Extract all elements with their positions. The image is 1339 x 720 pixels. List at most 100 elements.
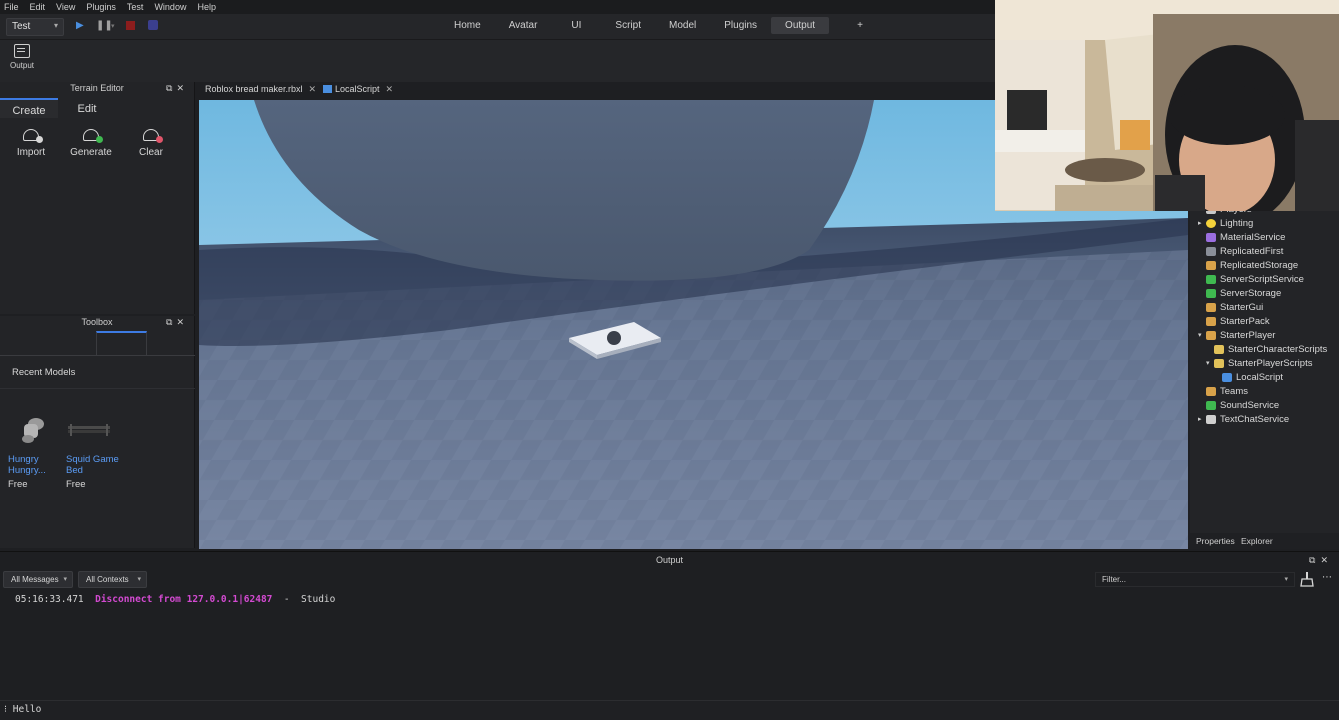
menu-view[interactable]: View (56, 2, 75, 12)
tab-plugins[interactable]: Plugins (710, 17, 771, 34)
doc-tab-place[interactable]: Roblox bread maker.rbxl ✕ (205, 84, 316, 95)
explorer-item-materialservice[interactable]: MaterialService (1198, 230, 1285, 244)
explorer-item-startercharacterscripts[interactable]: StarterCharacterScripts (1206, 342, 1327, 356)
chevron-down-icon: ▾ (63, 576, 67, 583)
explorer-item-textchatservice[interactable]: ▸ TextChatService (1198, 412, 1289, 426)
generate-terrain-icon (82, 126, 103, 143)
explorer-item-starterplayerscripts[interactable]: ▾ StarterPlayerScripts (1206, 356, 1312, 370)
ribbon-tabs: Home Avatar UI Script Model Plugins Outp… (440, 17, 885, 35)
replicated-storage-icon (1206, 260, 1216, 270)
import-tool-label: Import (16, 147, 46, 158)
clear-tool-button[interactable]: Clear (127, 126, 175, 158)
contexts-filter-dropdown[interactable]: All Contexts ▾ (78, 571, 147, 588)
command-bar-input[interactable]: ⁝ Hello (4, 704, 41, 715)
explorer-item-starterplayer[interactable]: ▾ StarterPlayer (1198, 328, 1275, 342)
tab-model[interactable]: Model (655, 17, 710, 34)
explorer-item-serverstorage[interactable]: ServerStorage (1198, 286, 1281, 300)
explorer-item-soundservice[interactable]: SoundService (1198, 398, 1279, 412)
explorer-item-startergui[interactable]: StarterGui (1198, 300, 1263, 314)
webcam-overlay (995, 0, 1339, 211)
output-button[interactable]: Output (8, 44, 36, 70)
tab-ui[interactable]: UI (551, 17, 601, 34)
more-options-icon[interactable]: ⋯ (1322, 572, 1332, 583)
messages-filter-value: All Messages (11, 575, 59, 584)
contexts-filter-value: All Contexts (86, 575, 129, 584)
script-icon (1222, 372, 1232, 382)
server-storage-icon (1206, 288, 1216, 298)
undock-icon[interactable]: ⧉ (166, 317, 176, 327)
toolbox-panel: Toolbox ⧉✕ Recent Models Hungry Hungry...… (0, 316, 195, 548)
model-name[interactable]: Squid Game Bed (66, 454, 122, 476)
clear-tool-label: Clear (139, 147, 163, 158)
close-icon[interactable]: ✕ (1320, 555, 1333, 565)
tab-properties[interactable]: Properties (1196, 536, 1235, 546)
starter-gui-icon (1206, 302, 1216, 312)
menu-window[interactable]: Window (154, 2, 186, 12)
explorer-item-replicatedfirst[interactable]: ReplicatedFirst (1198, 244, 1283, 258)
chevron-down-icon[interactable]: ▾ (111, 22, 115, 30)
menu-edit[interactable]: Edit (30, 2, 46, 12)
model-card[interactable]: Squid Game Bed Free (66, 412, 122, 490)
lighting-icon (1206, 218, 1216, 228)
model-thumbnail (66, 412, 112, 448)
undock-icon[interactable]: ⧉ (166, 83, 176, 93)
stop-icon[interactable] (126, 21, 135, 30)
menu-test[interactable]: Test (127, 2, 144, 12)
run-mode-icon[interactable] (148, 20, 158, 30)
menu-help[interactable]: Help (197, 2, 216, 12)
close-icon[interactable]: ✕ (386, 84, 394, 94)
add-tab-button[interactable]: + (829, 17, 885, 34)
filter-input[interactable]: Filter... ▾ (1095, 572, 1295, 587)
explorer-item-teams[interactable]: Teams (1198, 384, 1248, 398)
mode-select-value: Test (12, 21, 31, 32)
filter-placeholder: Filter... (1102, 575, 1127, 584)
undock-icon[interactable]: ⧉ (1309, 555, 1320, 565)
explorer-item-replicatedstorage[interactable]: ReplicatedStorage (1198, 258, 1298, 272)
model-name[interactable]: Hungry Hungry... (8, 454, 64, 476)
starter-player-icon (1206, 330, 1216, 340)
generate-tool-button[interactable]: Generate (67, 126, 115, 158)
tab-explorer[interactable]: Explorer (1241, 536, 1273, 546)
chevron-down-icon: ▾ (137, 576, 141, 583)
folder-icon (1214, 358, 1224, 368)
toolbox-category-tab[interactable] (96, 331, 147, 356)
menu-plugins[interactable]: Plugins (86, 2, 116, 12)
clear-output-icon[interactable] (1300, 572, 1314, 587)
folder-icon (1214, 344, 1224, 354)
output-panel: Output ⧉✕ All Messages ▾ All Contexts ▾ … (0, 551, 1339, 700)
command-bar[interactable]: ⁝ Hello (0, 700, 1339, 720)
explorer-item-localscript[interactable]: LocalScript (1214, 370, 1283, 384)
generate-tool-label: Generate (70, 147, 112, 158)
model-card[interactable]: Hungry Hungry... Free (8, 412, 64, 490)
mode-select[interactable]: Test ▾ (6, 18, 64, 36)
close-icon[interactable]: ✕ (309, 84, 317, 94)
doc-tab-label: Roblox bread maker.rbxl (205, 84, 303, 94)
collapse-arrow-icon: ▾ (1206, 360, 1210, 367)
explorer-item-serverscriptservice[interactable]: ServerScriptService (1198, 272, 1304, 286)
tab-edit[interactable]: Edit (58, 98, 116, 118)
menu-file[interactable]: File (4, 2, 19, 12)
expand-arrow-icon: ▸ (1198, 416, 1202, 423)
play-icon[interactable]: ▶ (76, 20, 84, 31)
messages-filter-dropdown[interactable]: All Messages ▾ (3, 571, 73, 588)
material-service-icon (1206, 232, 1216, 242)
tab-script[interactable]: Script (601, 17, 655, 34)
chevron-down-icon: ▾ (53, 21, 58, 30)
tab-create[interactable]: Create (0, 98, 58, 118)
divider (0, 355, 195, 356)
close-icon[interactable]: ✕ (176, 317, 188, 327)
model-price: Free (8, 479, 28, 490)
expand-arrow-icon: ▸ (1198, 220, 1202, 227)
doc-tab-localscript[interactable]: LocalScript ✕ (323, 84, 393, 95)
explorer-panel: Players ▸Lighting MaterialService Replic… (1190, 204, 1339, 548)
chevron-down-icon: ▾ (1284, 576, 1288, 583)
teams-icon (1206, 386, 1216, 396)
tab-output[interactable]: Output (771, 17, 830, 34)
explorer-item-lighting[interactable]: ▸ Lighting (1198, 216, 1253, 230)
explorer-item-starterpack[interactable]: StarterPack (1198, 314, 1270, 328)
script-icon (323, 85, 332, 93)
tab-home[interactable]: Home (440, 17, 495, 34)
tab-avatar[interactable]: Avatar (495, 17, 552, 34)
import-tool-button[interactable]: Import (7, 126, 55, 158)
close-icon[interactable]: ✕ (176, 83, 188, 93)
